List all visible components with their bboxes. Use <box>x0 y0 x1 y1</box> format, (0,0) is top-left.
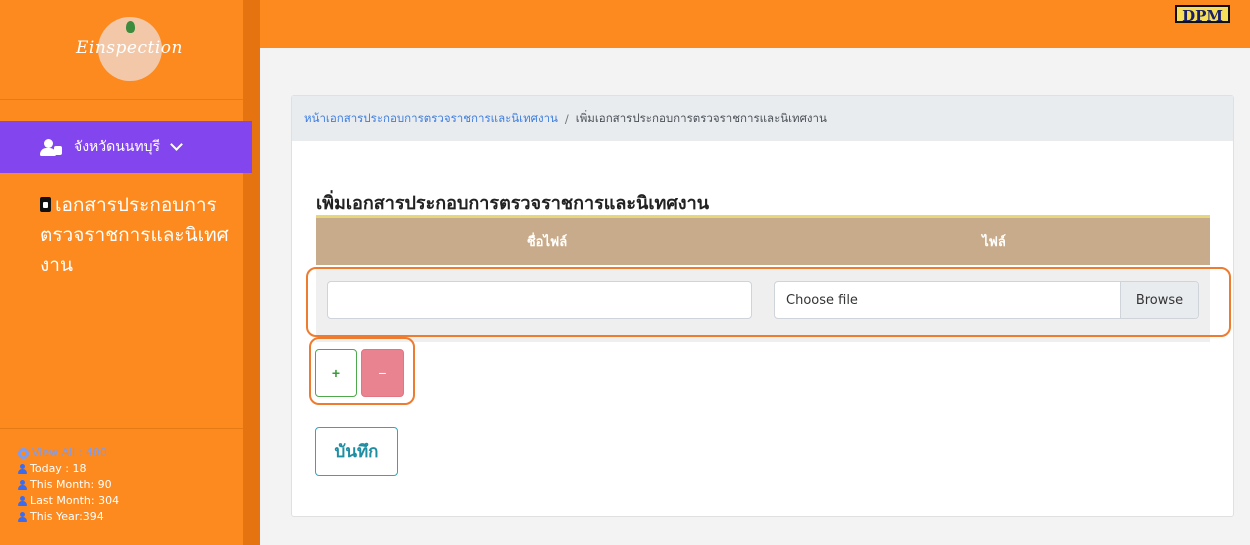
page-title: เพิ่มเอกสารประกอบการตรวจราชการและนิเทศงา… <box>316 193 710 214</box>
logo-text: Einspection <box>76 38 183 58</box>
logo-area: Einspection <box>0 0 243 100</box>
column-header-file: ไฟล์ <box>982 235 1006 250</box>
user-lock-icon <box>40 139 62 156</box>
breadcrumb-parent-link[interactable]: หน้าเอกสารประกอบการตรวจราชการและนิเทศงาน <box>304 110 558 128</box>
sidebar-scroll-strip <box>243 0 260 545</box>
column-header-filename: ชื่อไฟล์ <box>526 235 568 250</box>
sidebar: Einspection จังหวัดนนทบุรี เอกสารประกอบก… <box>0 0 260 545</box>
user-icon <box>18 512 27 522</box>
visitor-stats: View All : 400 Today : 18 This Month: 90… <box>18 445 119 525</box>
user-icon <box>18 496 27 506</box>
save-button[interactable]: บันทึก <box>315 427 398 476</box>
user-menu-toggle[interactable]: จังหวัดนนทบุรี <box>0 121 252 173</box>
user-icon <box>18 464 27 474</box>
document-icon <box>40 197 51 212</box>
stat-today: Today : 18 <box>30 462 87 475</box>
sidebar-item-documents[interactable]: เอกสารประกอบการตรวจราชการและนิเทศงาน <box>40 190 240 280</box>
sidebar-item-label: เอกสารประกอบการตรวจราชการและนิเทศงาน <box>40 194 229 276</box>
chevron-down-icon <box>170 137 183 151</box>
breadcrumb: หน้าเอกสารประกอบการตรวจราชการและนิเทศงาน… <box>292 96 1233 141</box>
stat-view-all: View All : 400 <box>32 446 107 459</box>
top-bar: DPM <box>260 0 1250 48</box>
logo-leaf-icon <box>126 21 135 33</box>
row-highlight-box <box>306 267 1231 337</box>
user-icon <box>18 480 27 490</box>
breadcrumb-current: เพิ่มเอกสารประกอบการตรวจราชการและนิเทศงา… <box>575 110 827 125</box>
stat-this-month: This Month: 90 <box>30 478 112 491</box>
add-row-button[interactable]: + <box>315 349 357 397</box>
remove-row-button[interactable]: − <box>361 349 404 397</box>
stat-last-month: Last Month: 304 <box>30 494 120 507</box>
eye-icon <box>18 447 29 459</box>
table-header: ชื่อไฟล์ ไฟล์ <box>316 215 1210 265</box>
stats-divider <box>0 428 243 429</box>
breadcrumb-separator: / <box>564 111 569 126</box>
dpm-logo: DPM <box>1175 5 1230 25</box>
stat-this-year: This Year:394 <box>30 510 104 523</box>
user-menu-label: จังหวัดนนทบุรี <box>74 139 160 155</box>
